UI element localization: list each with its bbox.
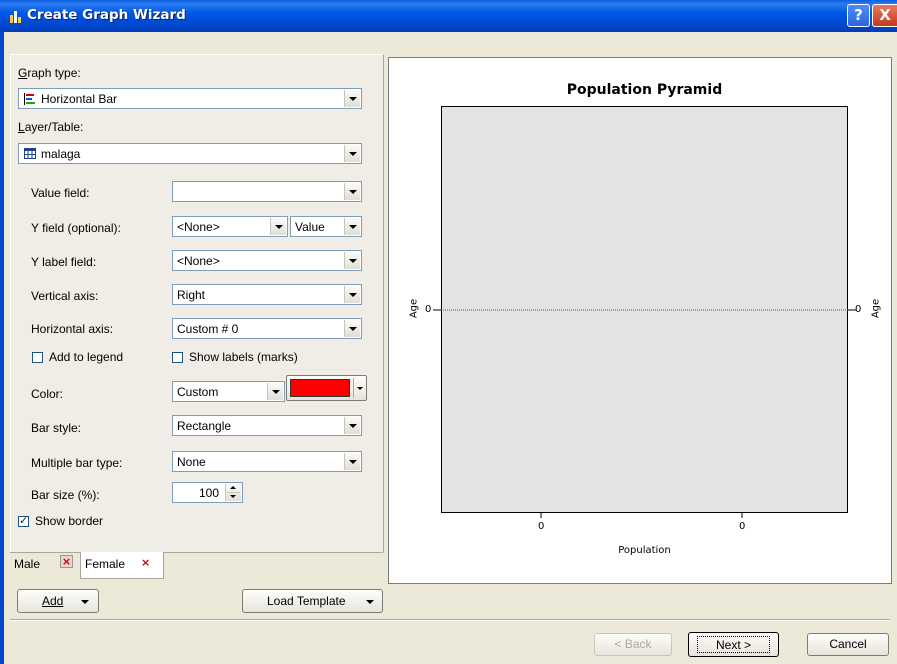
y-label-field-value: <None> bbox=[177, 254, 220, 268]
value-field-label: Value field: bbox=[31, 186, 90, 200]
x-axis-label: Population bbox=[618, 545, 671, 556]
back-button[interactable]: < Back bbox=[594, 633, 672, 656]
color-picker-button[interactable] bbox=[286, 375, 367, 401]
color-swatch bbox=[290, 379, 350, 397]
load-template-dropdown-icon bbox=[366, 600, 374, 604]
spin-up-icon[interactable] bbox=[230, 486, 236, 489]
y-axis-label-left: Age bbox=[408, 298, 420, 319]
show-border-label[interactable]: Show border bbox=[35, 514, 103, 528]
chart-svg bbox=[433, 309, 856, 518]
bar-size-spinner[interactable]: 100 bbox=[172, 482, 243, 503]
bar-style-select[interactable]: Rectangle bbox=[172, 415, 362, 436]
bar-size-value: 100 bbox=[198, 486, 219, 500]
y-axis-label-right: Age bbox=[870, 298, 882, 319]
window-title: Create Graph Wizard bbox=[27, 7, 186, 23]
load-template-button[interactable]: Load Template bbox=[242, 589, 383, 613]
value-field-dropdown-arrow[interactable] bbox=[344, 183, 360, 200]
close-button[interactable]: X bbox=[872, 4, 897, 27]
tab-female[interactable]: Female × bbox=[80, 552, 164, 579]
graph-type-dropdown-arrow[interactable] bbox=[344, 90, 360, 107]
add-to-legend-checkbox[interactable] bbox=[32, 352, 43, 363]
tab-male-label: Male bbox=[14, 557, 41, 571]
bar-style-dropdown-arrow[interactable] bbox=[344, 417, 360, 434]
y-field-mode-dropdown-arrow[interactable] bbox=[344, 218, 360, 235]
y-field-select[interactable]: <None> bbox=[172, 216, 288, 237]
bar-style-label: Bar style: bbox=[31, 421, 82, 435]
horizontal-axis-label: Horizontal axis: bbox=[31, 322, 114, 336]
graph-type-value: Horizontal Bar bbox=[41, 92, 118, 106]
value-field-select[interactable] bbox=[172, 181, 362, 202]
vertical-axis-select[interactable]: Right bbox=[172, 284, 362, 305]
color-picker-arrow-icon bbox=[357, 387, 363, 390]
graph-type-label: Graph type: bbox=[18, 66, 81, 80]
tab-female-close-icon[interactable]: × bbox=[141, 556, 150, 569]
title-bar[interactable]: Create Graph Wizard ? X bbox=[0, 0, 897, 32]
layer-table-dropdown-arrow[interactable] bbox=[344, 145, 360, 162]
multiple-bar-type-select[interactable]: None bbox=[172, 451, 362, 472]
multiple-bar-type-label: Multiple bar type: bbox=[31, 456, 123, 470]
horizontal-axis-dropdown-arrow[interactable] bbox=[344, 320, 360, 337]
help-button[interactable]: ? bbox=[847, 4, 870, 27]
multiple-bar-type-dropdown-arrow[interactable] bbox=[344, 453, 360, 470]
spin-divider bbox=[227, 492, 240, 493]
layer-table-select[interactable]: malaga bbox=[18, 143, 362, 164]
vertical-axis-label: Vertical axis: bbox=[31, 289, 99, 303]
horizontal-axis-select[interactable]: Custom # 0 bbox=[172, 318, 362, 339]
y-field-mode-value: Value bbox=[295, 220, 325, 234]
y-field-mode-select[interactable]: Value bbox=[290, 216, 362, 237]
show-labels-label[interactable]: Show labels (marks) bbox=[189, 350, 298, 364]
x-tick-label-0: 0 bbox=[538, 521, 545, 532]
horizontal-axis-value: Custom # 0 bbox=[177, 322, 239, 336]
next-button[interactable]: Next > bbox=[688, 632, 779, 657]
cancel-button[interactable]: Cancel bbox=[807, 633, 889, 656]
y-label-field-label: Y label field: bbox=[31, 255, 97, 269]
bar-size-label: Bar size (%): bbox=[31, 488, 100, 502]
add-button[interactable]: Add bbox=[17, 589, 99, 613]
color-mode-select[interactable]: Custom bbox=[172, 381, 285, 402]
graph-type-select[interactable]: Horizontal Bar bbox=[18, 88, 362, 109]
y-label-field-dropdown-arrow[interactable] bbox=[344, 252, 360, 269]
add-to-legend-label[interactable]: Add to legend bbox=[49, 350, 123, 364]
layer-table-label-rest: ayer/Table: bbox=[24, 120, 84, 134]
y-field-dropdown-arrow[interactable] bbox=[270, 218, 286, 235]
y-field-label: Y field (optional): bbox=[31, 221, 121, 235]
table-icon bbox=[24, 148, 36, 159]
y-tick-label-right: 0 bbox=[855, 304, 862, 315]
color-mode-value: Custom bbox=[177, 385, 219, 399]
multiple-bar-type-value: None bbox=[177, 455, 206, 469]
window-frame-left bbox=[0, 32, 4, 664]
y-tick-label-left: 0 bbox=[425, 304, 432, 315]
load-template-label: Load Template bbox=[267, 594, 346, 608]
layer-table-label: Layer/Table: bbox=[18, 120, 84, 134]
graph-type-label-rest: raph type: bbox=[27, 66, 81, 80]
color-mode-dropdown-arrow[interactable] bbox=[267, 383, 283, 400]
tab-male[interactable]: Male × bbox=[10, 553, 81, 577]
bar-style-value: Rectangle bbox=[177, 419, 232, 433]
next-button-label: Next > bbox=[697, 636, 770, 653]
tab-female-label: Female bbox=[85, 557, 126, 571]
spin-down-icon[interactable] bbox=[230, 495, 236, 498]
bar-size-spin-buttons[interactable] bbox=[225, 484, 241, 501]
footer-separator bbox=[10, 619, 890, 621]
add-button-label: Add bbox=[42, 594, 64, 608]
add-dropdown-icon bbox=[81, 600, 89, 604]
color-label: Color: bbox=[31, 387, 64, 401]
y-label-field-select[interactable]: <None> bbox=[172, 250, 362, 271]
show-labels-checkbox[interactable] bbox=[172, 352, 183, 363]
x-tick-label-1: 0 bbox=[739, 521, 746, 532]
horizontal-bar-icon bbox=[24, 93, 35, 105]
color-picker-divider bbox=[353, 378, 354, 398]
graph-wizard-icon bbox=[10, 11, 21, 23]
vertical-axis-dropdown-arrow[interactable] bbox=[344, 286, 360, 303]
y-field-value: <None> bbox=[177, 220, 220, 234]
vertical-axis-value: Right bbox=[177, 288, 206, 302]
layer-table-value: malaga bbox=[41, 147, 81, 161]
show-border-checkbox[interactable] bbox=[18, 514, 29, 527]
tab-male-close-icon[interactable]: × bbox=[60, 555, 73, 568]
